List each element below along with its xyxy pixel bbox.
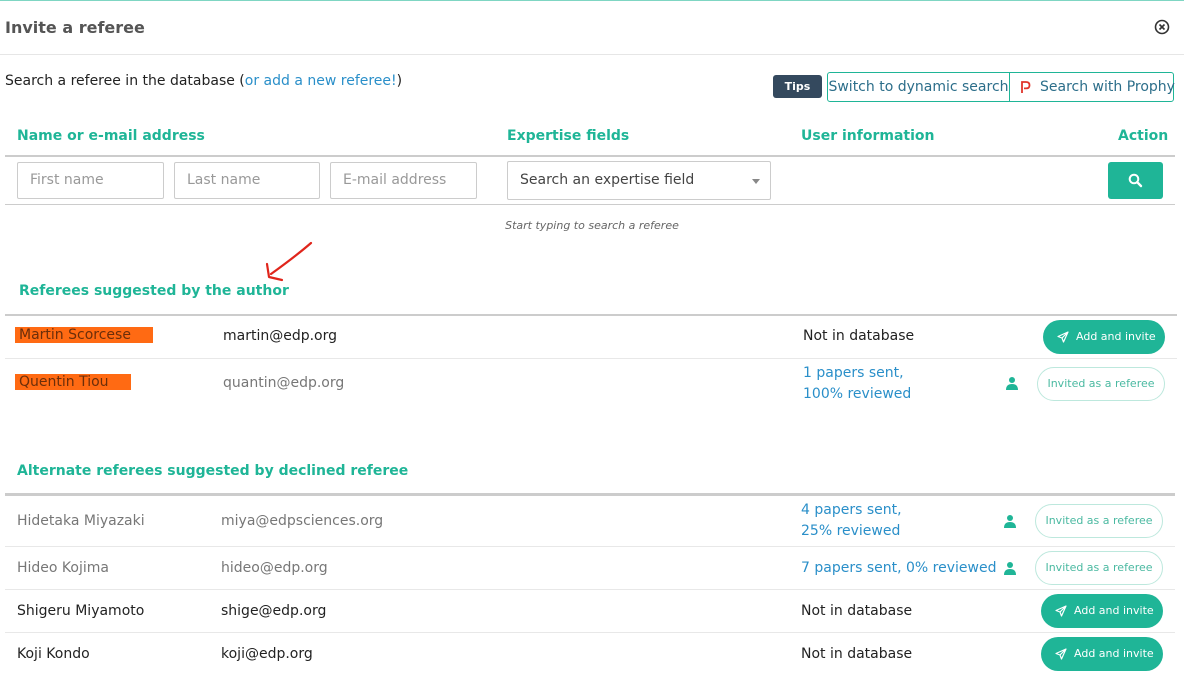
invited-as-referee-button[interactable]: Invited as a referee [1037,367,1165,401]
column-header-user-info: User information [801,128,935,144]
alternate-referees-title: Alternate referees suggested by declined… [17,463,409,479]
add-and-invite-label: Add and invite [1074,604,1154,617]
row-divider [5,632,1175,633]
user-icon[interactable] [1003,561,1017,575]
user-icon[interactable] [1005,376,1019,390]
search-button[interactable] [1108,162,1163,199]
add-and-invite-button[interactable]: Add and invite [1041,637,1163,671]
column-header-action: Action [1118,128,1169,144]
alternates-divider [5,493,1175,496]
referee-name: Shigeru Miyamoto [17,603,145,619]
intro-text: Search a referee in the database ( [5,73,245,89]
first-name-input[interactable]: First name [17,162,164,199]
referee-name: Martin Scorcese [15,327,153,343]
row-divider [5,358,1177,359]
papers-sent-link[interactable]: 7 papers sent, 0% reviewed [801,558,996,579]
send-icon [1055,648,1067,660]
referee-name-text: Quentin Tiou [15,374,131,390]
referee-email: shige@edp.org [221,603,327,619]
email-input[interactable]: E-mail address [330,162,477,199]
referee-name: Quentin Tiou [15,374,131,390]
search-with-prophy-button[interactable]: Search with Prophy [1009,72,1175,102]
column-header-name: Name or e-mail address [17,128,205,144]
referee-email: koji@edp.org [221,646,313,662]
user-info: 4 papers sent, 25% reviewed [801,500,902,542]
referee-name: Hidetaka Miyazaki [17,513,145,529]
search-hint: Start typing to search a referee [505,219,679,232]
papers-sent-link[interactable]: 4 papers sent, [801,500,902,521]
suggested-referees-title: Referees suggested by the author [19,283,289,299]
user-info: 1 papers sent, 100% reviewed [803,363,911,405]
switch-dynamic-search-button[interactable]: Switch to dynamic search [827,72,1010,102]
papers-sent-link[interactable]: 1 papers sent, [803,363,911,384]
add-new-referee-link[interactable]: or add a new referee! [245,73,397,89]
referee-name: Hideo Kojima [17,560,109,576]
search-row-divider [5,204,1175,205]
referee-email: martin@edp.org [223,328,338,344]
search-icon [1128,173,1143,188]
add-and-invite-button[interactable]: Add and invite [1041,594,1163,628]
prophy-logo-icon [1021,81,1031,93]
chevron-down-icon [752,179,760,184]
add-and-invite-label: Add and invite [1074,647,1154,660]
referee-name: Koji Kondo [17,646,90,662]
expertise-select-value: Search an expertise field [520,172,695,188]
send-icon [1057,331,1069,343]
row-divider [5,546,1175,547]
user-info: Not in database [801,603,913,619]
tips-badge[interactable]: Tips [773,75,822,98]
referee-email: hideo@edp.org [221,560,328,576]
modal-title: Invite a referee [5,18,145,37]
add-and-invite-label: Add and invite [1076,330,1156,343]
expertise-field-select[interactable]: Search an expertise field [507,161,771,200]
column-header-expertise: Expertise fields [507,128,630,144]
intro-text-end: ) [396,73,403,89]
suggested-divider [5,314,1177,316]
send-icon [1055,605,1067,617]
user-info: Not in database [803,328,915,344]
reviewed-link[interactable]: 25% reviewed [801,521,902,542]
header-divider [5,155,1175,157]
referee-email: miya@edpsciences.org [221,513,384,529]
reviewed-link[interactable]: 100% reviewed [803,384,911,405]
user-info: Not in database [801,646,913,662]
user-icon[interactable] [1003,514,1017,528]
referee-email: quantin@edp.org [223,375,345,391]
invited-as-referee-button[interactable]: Invited as a referee [1035,504,1163,538]
red-arrow-annotation [265,241,313,282]
prophy-label: Search with Prophy [1040,79,1175,95]
referee-name-text: Martin Scorcese [15,327,153,343]
last-name-input[interactable]: Last name [174,162,320,199]
search-intro: Search a referee in the database (or add… [5,73,402,89]
close-circle-icon[interactable] [1154,19,1170,35]
invited-as-referee-button[interactable]: Invited as a referee [1035,551,1163,585]
row-divider [5,589,1175,590]
add-and-invite-button[interactable]: Add and invite [1043,320,1165,354]
modal-header: Invite a referee [0,1,1184,55]
